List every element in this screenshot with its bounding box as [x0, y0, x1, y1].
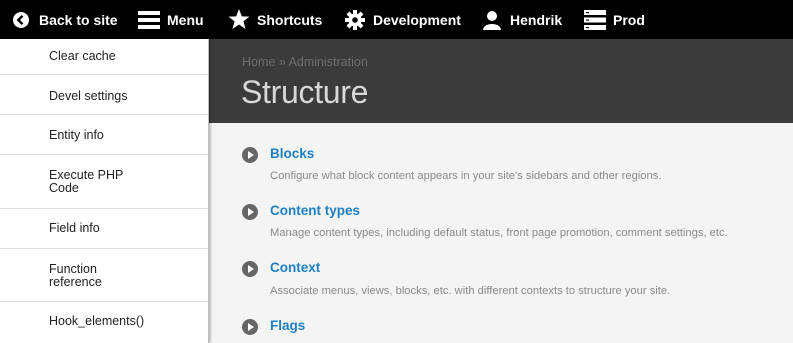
- sidebar-item-label: Field info: [49, 221, 100, 235]
- breadcrumb-administration-link[interactable]: Administration: [289, 55, 368, 69]
- breadcrumb-separator: »: [278, 55, 286, 69]
- shortcuts-label: Shortcuts: [257, 11, 323, 28]
- structure-description: Associate menus, views, blocks, etc. wit…: [270, 285, 671, 297]
- breadcrumb: Home » Administration: [242, 55, 368, 69]
- sidebar-item-entity-info[interactable]: Entity info: [0, 115, 208, 155]
- sidebar-item-label: Execute PHP Code: [49, 168, 124, 195]
- structure-link-blocks[interactable]: Blocks: [270, 146, 314, 161]
- user-label: Hendrik: [510, 11, 563, 28]
- back-to-site-label: Back to site: [39, 11, 118, 28]
- server-icon: [584, 9, 606, 31]
- breadcrumb-home-link[interactable]: Home: [242, 55, 275, 69]
- structure-link-content-types[interactable]: Content types: [270, 203, 360, 218]
- structure-link-flags[interactable]: Flags: [270, 318, 305, 333]
- structure-link-context[interactable]: Context: [270, 260, 320, 275]
- development-label: Development: [373, 11, 461, 28]
- sidebar-item-label: Entity info: [49, 128, 104, 142]
- menu-tab[interactable]: Menu: [138, 0, 204, 39]
- sidebar-item-execute-php-code[interactable]: Execute PHP Code: [0, 155, 208, 209]
- sidebar-item-label: Clear cache: [49, 49, 116, 63]
- sidebar-item-label: Hook_elements(): [49, 314, 145, 328]
- admin-toolbar: Back to site Menu Shortcuts Development …: [0, 0, 793, 39]
- structure-list: Blocks Configure what block content appe…: [209, 123, 793, 343]
- expand-arrow-icon[interactable]: [242, 261, 258, 277]
- gear-icon: [344, 9, 366, 31]
- sidebar-item-field-info[interactable]: Field info: [0, 209, 208, 249]
- page-header: Home » Administration Structure: [209, 39, 793, 123]
- structure-description: Manage content types, including default …: [270, 227, 728, 239]
- environment-label: Prod: [613, 11, 645, 28]
- development-tab[interactable]: Development: [344, 0, 461, 39]
- sidebar-item-function-reference[interactable]: Function reference: [0, 249, 208, 302]
- user-icon: [481, 9, 503, 31]
- user-tab[interactable]: Hendrik: [481, 0, 562, 39]
- hamburger-icon: [138, 9, 160, 31]
- back-arrow-icon: [12, 9, 30, 31]
- expand-arrow-icon[interactable]: [242, 147, 258, 163]
- structure-description: Configure what block content appears in …: [270, 170, 662, 182]
- sidebar-item-clear-cache[interactable]: Clear cache: [0, 39, 208, 75]
- devel-sidebar-tray: Clear cache Devel settings Entity info E…: [0, 39, 209, 343]
- sidebar-item-hook-elements[interactable]: Hook_elements(): [0, 302, 208, 343]
- sidebar-item-label: Devel settings: [49, 89, 128, 103]
- shortcuts-tab[interactable]: Shortcuts: [228, 0, 322, 39]
- sidebar-item-devel-settings[interactable]: Devel settings: [0, 75, 208, 115]
- expand-arrow-icon[interactable]: [242, 319, 258, 335]
- expand-arrow-icon[interactable]: [242, 204, 258, 220]
- sidebar-item-label: Function reference: [49, 262, 102, 289]
- star-icon: [228, 9, 250, 31]
- environment-tab[interactable]: Prod: [584, 0, 645, 39]
- page-title: Structure: [241, 74, 369, 110]
- back-to-site-link[interactable]: Back to site: [12, 0, 118, 39]
- menu-label: Menu: [167, 11, 204, 28]
